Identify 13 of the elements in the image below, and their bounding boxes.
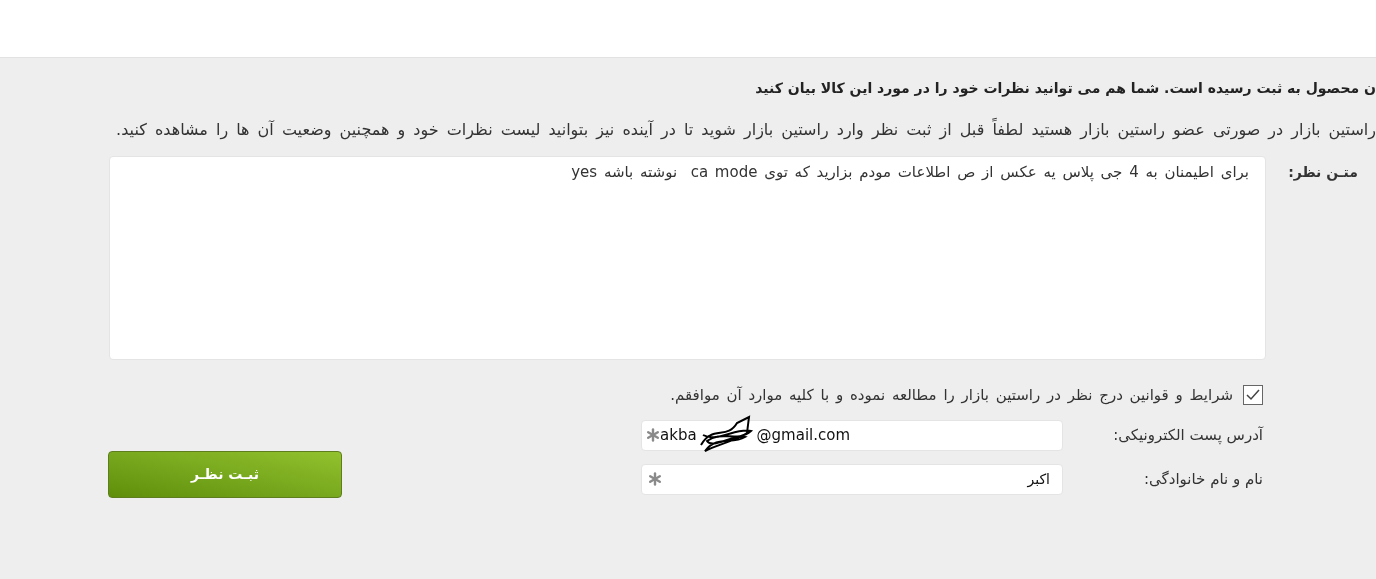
comment-label: متـن نظر: [1290, 163, 1358, 183]
email-value-end: @gmail.com [756, 424, 851, 446]
terms-label: شرایط و قوانین درج نظر در راستین بازار را مطالعه نموده و با کلیه موارد آن موافقم. [670, 385, 1233, 407]
email-value-start: akba [660, 424, 697, 446]
name-field[interactable]: اکبر [641, 463, 1063, 495]
comment-field[interactable]: برای اطیمنان به 4 جی پلاس یه عکس از ص اطلاعات مودم بزارید که توی ca mode نوشته باشه yes [109, 156, 1266, 360]
intro-heading: ن محصول به ثبت رسیده است. شما هم می توانید نظرات خود را در مورد این کالا بیان کنید [755, 79, 1376, 99]
name-value: اکبر [1027, 469, 1050, 490]
email-label: آدرس پست الکترونیکی: [1112, 424, 1263, 446]
intro-note: راستین بازار در صورتی عضو راستین بازار هستید لطفاً قبل از ثبت نظر وارد راستین بازار شوید تا در آینده نیز بتوانید لیست نظرات خود و همچنین وضعیت آن ها را مشاهده کنید. [116, 118, 1376, 140]
check-icon [1246, 389, 1260, 402]
terms-checkbox[interactable] [1243, 385, 1263, 406]
name-label: نام و نام خانوادگی: [1143, 468, 1263, 490]
